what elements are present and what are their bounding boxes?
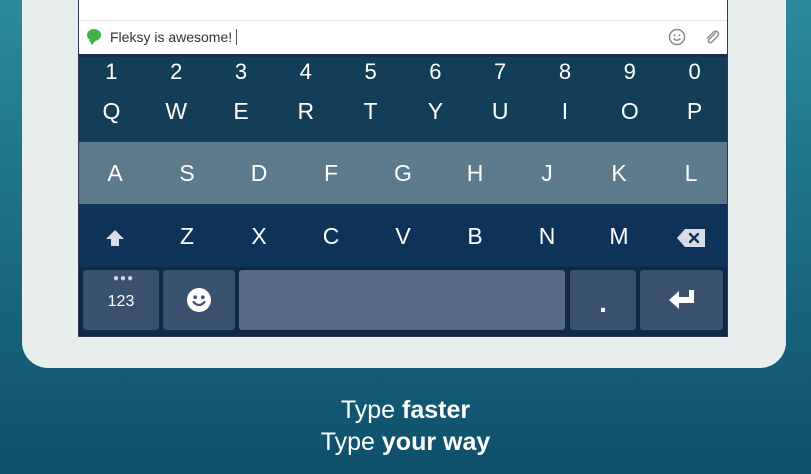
backspace-icon bbox=[677, 228, 705, 247]
message-text: Fleksy is awesome! bbox=[110, 29, 233, 45]
key-n[interactable]: N bbox=[511, 204, 583, 267]
tagline-line1-prefix: Type bbox=[340, 396, 403, 424]
key-e[interactable]: E bbox=[209, 87, 274, 142]
period-key-label: . bbox=[599, 287, 607, 318]
function-row: ●●● 123 . bbox=[79, 267, 727, 336]
message-input[interactable]: Fleksy is awesome! bbox=[110, 29, 238, 45]
return-arrow-icon bbox=[668, 290, 694, 309]
tagline-line2-bold: your way bbox=[381, 428, 491, 456]
key-3[interactable]: 3 bbox=[209, 57, 274, 87]
key-6[interactable]: 6 bbox=[403, 57, 468, 87]
number-row: 1 2 3 4 5 6 7 8 9 0 bbox=[79, 57, 727, 87]
key-f[interactable]: F bbox=[295, 142, 367, 204]
key-4[interactable]: 4 bbox=[273, 57, 338, 87]
key-z[interactable]: Z bbox=[151, 204, 223, 267]
key-0[interactable]: 0 bbox=[662, 57, 727, 87]
key-v[interactable]: V bbox=[367, 204, 439, 267]
key-c[interactable]: C bbox=[295, 204, 367, 267]
keyboard-screen: Fleksy is awesome! 1 2 3 4 5 6 7 8 9 0 Q… bbox=[79, 0, 727, 336]
numbers-key[interactable]: ●●● 123 bbox=[83, 270, 159, 330]
key-q[interactable]: Q bbox=[79, 87, 144, 142]
tagline-line2-prefix: Type bbox=[320, 428, 382, 456]
key-m[interactable]: M bbox=[583, 204, 655, 267]
letter-row-3: Z X C V B N M bbox=[79, 204, 727, 267]
backspace-key[interactable] bbox=[655, 204, 727, 267]
more-dots-icon: ●●● bbox=[113, 273, 135, 284]
key-l[interactable]: L bbox=[655, 142, 727, 204]
key-p[interactable]: P bbox=[662, 87, 727, 142]
key-2[interactable]: 2 bbox=[144, 57, 209, 87]
key-h[interactable]: H bbox=[439, 142, 511, 204]
key-a[interactable]: A bbox=[79, 142, 151, 204]
key-9[interactable]: 9 bbox=[597, 57, 662, 87]
tagline-line-2: Type your way bbox=[0, 428, 811, 457]
return-key[interactable] bbox=[640, 270, 723, 330]
key-5[interactable]: 5 bbox=[338, 57, 403, 87]
key-7[interactable]: 7 bbox=[468, 57, 533, 87]
key-u[interactable]: U bbox=[468, 87, 533, 142]
shift-key[interactable] bbox=[79, 204, 151, 267]
paperclip-icon[interactable] bbox=[703, 28, 721, 46]
smiley-icon bbox=[187, 288, 211, 312]
key-d[interactable]: D bbox=[223, 142, 295, 204]
smiley-icon[interactable] bbox=[668, 28, 686, 46]
key-i[interactable]: I bbox=[533, 87, 598, 142]
key-r[interactable]: R bbox=[273, 87, 338, 142]
key-j[interactable]: J bbox=[511, 142, 583, 204]
key-o[interactable]: O bbox=[597, 87, 662, 142]
tagline-line-1: Type faster bbox=[0, 396, 811, 425]
numbers-key-label: 123 bbox=[107, 293, 135, 310]
green-speech-bubble-icon bbox=[87, 29, 101, 45]
key-x[interactable]: X bbox=[223, 204, 295, 267]
key-y[interactable]: Y bbox=[403, 87, 468, 142]
key-g[interactable]: G bbox=[367, 142, 439, 204]
shift-arrow-icon bbox=[106, 229, 124, 246]
letter-row-2: A S D F G H J K L bbox=[79, 142, 727, 204]
divider bbox=[79, 20, 727, 21]
key-1[interactable]: 1 bbox=[79, 57, 144, 87]
text-cursor bbox=[236, 29, 238, 45]
key-k[interactable]: K bbox=[583, 142, 655, 204]
key-w[interactable]: W bbox=[144, 87, 209, 142]
period-key[interactable]: . bbox=[570, 270, 636, 330]
key-s[interactable]: S bbox=[151, 142, 223, 204]
tagline-line1-bold: faster bbox=[402, 396, 471, 424]
message-bar: Fleksy is awesome! bbox=[79, 0, 727, 54]
letter-row-1: Q W E R T Y U I O P bbox=[79, 87, 727, 142]
key-8[interactable]: 8 bbox=[533, 57, 598, 87]
key-b[interactable]: B bbox=[439, 204, 511, 267]
emoji-key[interactable] bbox=[163, 270, 235, 330]
space-bar[interactable] bbox=[239, 270, 565, 330]
key-t[interactable]: T bbox=[338, 87, 403, 142]
